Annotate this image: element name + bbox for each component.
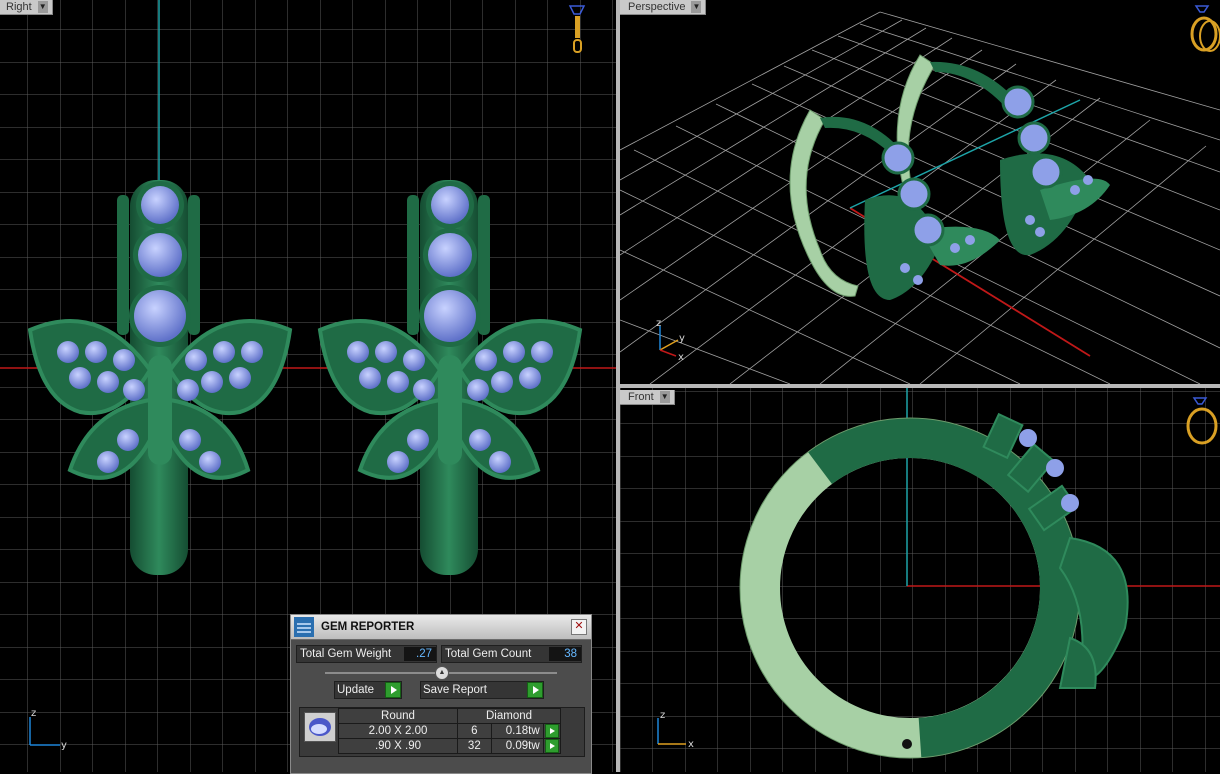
update-label: Update [337, 684, 375, 696]
gem-weight-cell: 0.09tw [490, 738, 544, 754]
axis-y-label: y [61, 740, 67, 751]
gem-reporter-logo-icon [294, 617, 314, 637]
gem-table: Round Diamond 2.00 X 2.00 6 0.18tw .90 X… [299, 707, 585, 757]
viewport-tab-perspective[interactable]: Perspective ▼ [620, 0, 707, 15]
save-report-button[interactable]: Save Report [420, 681, 544, 699]
round-gem-icon[interactable] [304, 712, 336, 742]
gem-count-cell: 32 [457, 738, 492, 754]
play-icon[interactable] [527, 682, 543, 698]
chevron-down-icon[interactable]: ▼ [659, 391, 670, 403]
table-row[interactable]: 2.00 X 2.00 6 0.18tw [338, 723, 562, 739]
total-gem-count-label: Total Gem Count [445, 648, 532, 660]
gem-weight-cell: 0.18tw [490, 723, 544, 739]
total-gem-weight-field: Total Gem Weight .27 [296, 645, 437, 663]
viewport-label: Right [6, 1, 32, 13]
viewport-front[interactable]: z x Front ▼ [620, 388, 1220, 772]
play-icon[interactable] [544, 724, 559, 738]
gem-size-cell: 2.00 X 2.00 [338, 723, 458, 739]
viewport-front-scene: z x [620, 388, 1220, 772]
gem-size-cell: .90 X .90 [338, 738, 458, 754]
close-icon[interactable]: ✕ [571, 619, 587, 635]
total-gem-count-field: Total Gem Count 38 [441, 645, 582, 663]
viewport-tab-right[interactable]: Right ▼ [0, 0, 53, 15]
viewport-perspective[interactable]: z y x Perspective ▼ [620, 0, 1220, 384]
gem-reporter-title: GEM REPORTER [321, 621, 415, 633]
viewport-label: Perspective [628, 1, 686, 13]
axis-y-label: y [679, 333, 685, 344]
slider-knob-icon[interactable]: ▲ [435, 666, 449, 680]
material-header: Diamond [457, 708, 561, 724]
axis-x-label: x [688, 739, 694, 750]
row-play-cell [542, 738, 562, 754]
viewport-label: Front [628, 391, 654, 403]
chevron-down-icon[interactable]: ▼ [691, 1, 702, 13]
viewport-perspective-scene: z y x [620, 5, 1220, 384]
gem-count-cell: 6 [457, 723, 492, 739]
axis-z-label: z [656, 318, 661, 329]
axis-z-label: z [660, 710, 665, 721]
total-gem-weight-value: .27 [404, 647, 436, 661]
axis-gizmo-perspective: z y x [656, 318, 685, 363]
shape-header: Round [338, 708, 458, 724]
splitter-slider[interactable]: ▲ [325, 666, 557, 680]
ring-view-icon [1190, 5, 1220, 52]
play-icon[interactable] [544, 739, 559, 753]
row-play-cell [542, 723, 562, 739]
update-button[interactable]: Update [334, 681, 402, 699]
gem-reporter-panel[interactable]: GEM REPORTER ✕ Total Gem Weight .27 Tota… [290, 614, 592, 774]
axis-x-label: x [678, 352, 684, 363]
chevron-down-icon[interactable]: ▼ [37, 1, 48, 13]
play-icon[interactable] [385, 682, 401, 698]
perspective-earrings-model [789, 54, 1110, 300]
gem-grid: Round Diamond 2.00 X 2.00 6 0.18tw .90 X… [338, 708, 562, 754]
viewport-tab-front[interactable]: Front ▼ [620, 390, 675, 405]
table-row[interactable]: .90 X .90 32 0.09tw [338, 738, 562, 754]
axis-z-label: z [31, 708, 36, 719]
total-gem-count-value: 38 [549, 647, 581, 661]
save-report-label: Save Report [423, 684, 487, 696]
gem-reporter-titlebar[interactable]: GEM REPORTER ✕ [291, 615, 591, 640]
total-gem-weight-label: Total Gem Weight [300, 648, 392, 660]
